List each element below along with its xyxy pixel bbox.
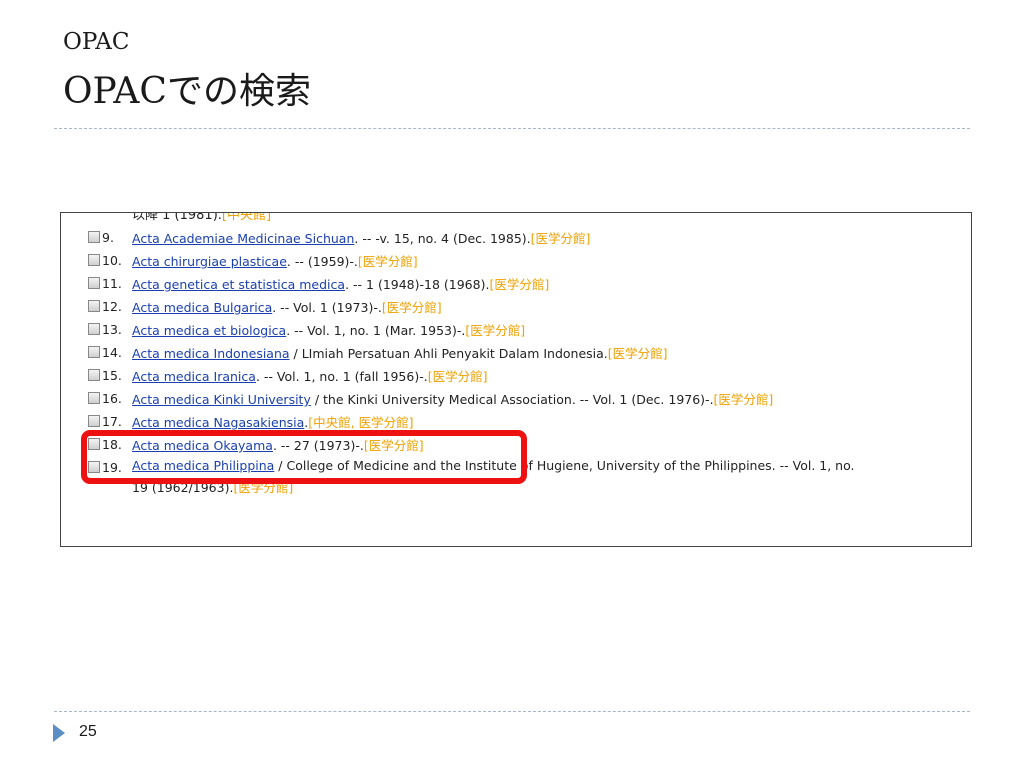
result-title-link[interactable]: Acta medica Iranica bbox=[132, 369, 256, 384]
result-title-link[interactable]: Acta medica Nagasakiensia bbox=[132, 415, 304, 430]
footer-divider bbox=[54, 711, 970, 712]
select-checkbox[interactable] bbox=[88, 392, 100, 404]
select-checkbox[interactable] bbox=[88, 346, 100, 358]
result-title-link[interactable]: Acta medica et biologica bbox=[132, 323, 286, 338]
result-title-link[interactable]: Acta Academiae Medicinae Sichuan bbox=[132, 231, 354, 246]
result-number: 9. bbox=[102, 230, 114, 245]
result-number: 15. bbox=[102, 368, 122, 383]
select-checkbox[interactable] bbox=[88, 415, 100, 427]
result-branch-link[interactable]: [医学分館] bbox=[465, 323, 525, 338]
result-row-14: 14. Acta medica Indonesiana / LImiah Per… bbox=[61, 341, 971, 364]
select-checkbox[interactable] bbox=[88, 277, 100, 289]
result-title-link[interactable]: Acta chirurgiae plasticae bbox=[132, 254, 287, 269]
result-branch-link[interactable]: [医学分館] bbox=[382, 300, 442, 315]
result-details: . -- Vol. 1, no. 1 (fall 1956)-. bbox=[255, 369, 428, 384]
partial-result-row: 以降 1 (1981).[中央館] bbox=[132, 212, 272, 223]
result-title-link[interactable]: Acta medica Indonesiana bbox=[132, 346, 290, 361]
result-branch-link[interactable]: [医学分館] bbox=[428, 369, 488, 384]
result-number: 13. bbox=[102, 322, 122, 337]
result-details: / the Kinki University Medical Associati… bbox=[310, 392, 714, 407]
result-row-9: 9. Acta Academiae Medicinae Sichuan. -- … bbox=[61, 226, 971, 249]
partial-row-text: 以降 1 (1981). bbox=[132, 212, 222, 223]
select-checkbox[interactable] bbox=[88, 231, 100, 243]
result-row-13: 13. Acta medica et biologica. -- Vol. 1,… bbox=[61, 318, 971, 341]
select-checkbox[interactable] bbox=[88, 300, 100, 312]
result-row-10: 10. Acta chirurgiae plasticae. -- (1959)… bbox=[61, 249, 971, 272]
highlight-box bbox=[81, 430, 527, 484]
result-details: . -- 1 (1948)-18 (1968). bbox=[345, 277, 490, 292]
partial-row-branch: [中央館] bbox=[221, 212, 272, 223]
result-details: . -- (1959)-. bbox=[286, 254, 358, 269]
select-checkbox[interactable] bbox=[88, 323, 100, 335]
result-row-16: 16. Acta medica Kinki University / the K… bbox=[61, 387, 971, 410]
result-details: / LImiah Persatuan Ahli Penyakit Dalam I… bbox=[289, 346, 608, 361]
result-title-link[interactable]: Acta medica Kinki University bbox=[132, 392, 311, 407]
select-checkbox[interactable] bbox=[88, 254, 100, 266]
result-branch-link[interactable]: [医学分館] bbox=[608, 346, 668, 361]
result-title-link[interactable]: Acta medica Bulgarica bbox=[132, 300, 272, 315]
opac-results-panel: 以降 1 (1981).[中央館] 9. Acta Academiae Medi… bbox=[60, 212, 972, 547]
result-number: 14. bbox=[102, 345, 122, 360]
result-row-15: 15. Acta medica Iranica. -- Vol. 1, no. … bbox=[61, 364, 971, 387]
result-branch-link[interactable]: [中央館, 医学分館] bbox=[308, 415, 413, 430]
result-number: 10. bbox=[102, 253, 122, 268]
result-row-12: 12. Acta medica Bulgarica. -- Vol. 1 (19… bbox=[61, 295, 971, 318]
result-branch-link[interactable]: [医学分館] bbox=[714, 392, 774, 407]
slide-subtitle: OPAC bbox=[63, 29, 130, 55]
slide-title: OPACでの検索 bbox=[63, 71, 311, 112]
triangle-bullet-icon bbox=[53, 724, 65, 742]
result-title-link[interactable]: Acta genetica et statistica medica bbox=[132, 277, 345, 292]
result-branch-link[interactable]: [医学分館] bbox=[531, 231, 591, 246]
result-details: . -- Vol. 1 (1973)-. bbox=[272, 300, 382, 315]
result-number: 17. bbox=[102, 414, 122, 429]
result-number: 12. bbox=[102, 299, 122, 314]
result-details: . -- -v. 15, no. 4 (Dec. 1985). bbox=[354, 231, 531, 246]
result-number: 11. bbox=[102, 276, 122, 291]
page-number: 25 bbox=[79, 723, 97, 740]
title-divider bbox=[54, 128, 970, 129]
result-branch-link[interactable]: [医学分館] bbox=[358, 254, 418, 269]
result-details: . -- Vol. 1, no. 1 (Mar. 1953)-. bbox=[286, 323, 466, 338]
result-branch-link[interactable]: [医学分館] bbox=[489, 277, 549, 292]
result-row-11: 11. Acta genetica et statistica medica. … bbox=[61, 272, 971, 295]
select-checkbox[interactable] bbox=[88, 369, 100, 381]
result-number: 16. bbox=[102, 391, 122, 406]
